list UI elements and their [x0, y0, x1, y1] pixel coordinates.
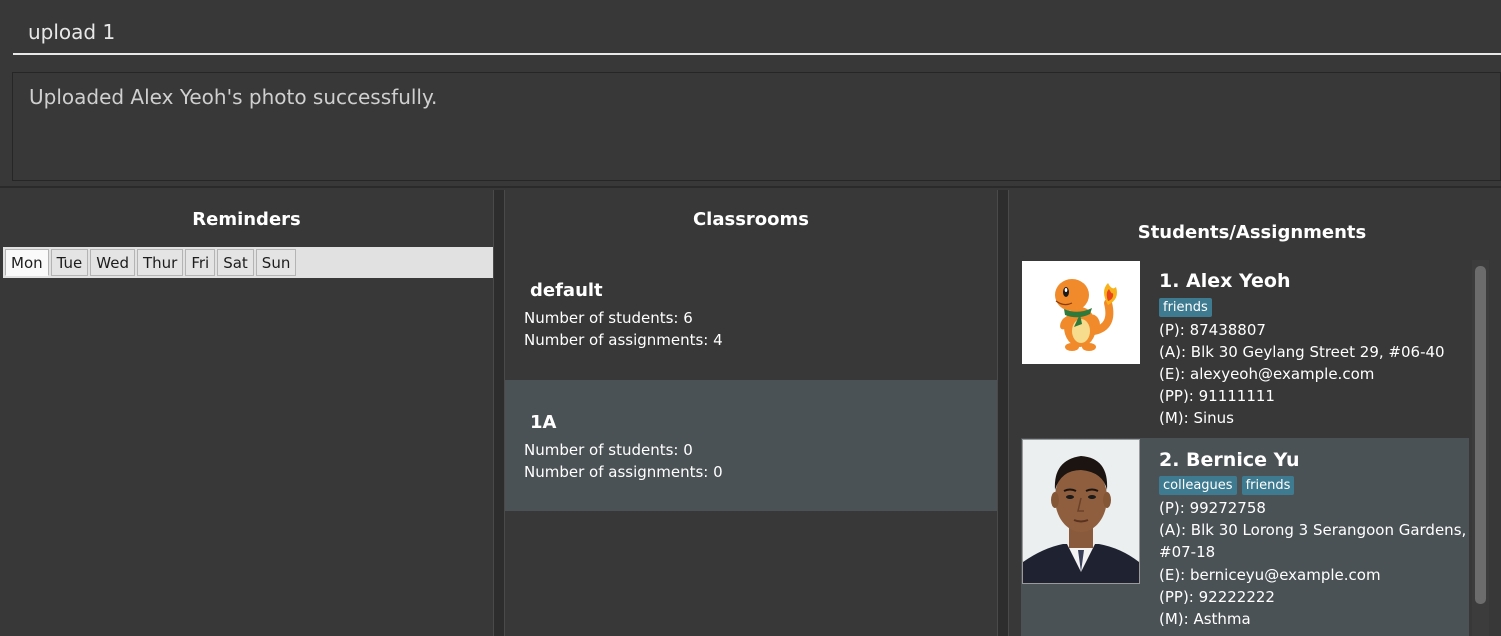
tab-thur[interactable]: Thur — [136, 249, 184, 276]
classrooms-title: Classrooms — [692, 209, 810, 230]
result-message: Uploaded Alex Yeoh's photo successfully. — [29, 85, 438, 109]
tag-badge: friends — [1241, 476, 1295, 495]
classroom-assignment-count: Number of assignments: 0 — [524, 463, 723, 481]
classroom-name: default — [530, 280, 603, 301]
classrooms-panel: Classrooms default Number of students: 6… — [505, 190, 997, 636]
students-panel: Students/Assignments 1. Alex Yeoh friend… — [1009, 190, 1501, 636]
classroom-student-count: Number of students: 0 — [524, 441, 693, 459]
student-photo — [1022, 261, 1140, 364]
student-email: (E): alexyeoh@example.com — [1159, 365, 1375, 383]
classroom-student-count: Number of students: 6 — [524, 309, 693, 327]
students-title: Students/Assignments — [1137, 222, 1367, 243]
panel-divider[interactable] — [997, 190, 1009, 636]
student-phone: (P): 99272758 — [1159, 499, 1266, 517]
portrait-photo-icon — [1023, 440, 1139, 583]
student-parent-phone: (PP): 92222222 — [1159, 588, 1275, 606]
student-email: (E): berniceyu@example.com — [1159, 566, 1381, 584]
classroom-card-default[interactable]: default Number of students: 6 Number of … — [505, 248, 997, 379]
classroom-name: 1A — [530, 412, 557, 433]
student-name: 1. Alex Yeoh — [1159, 270, 1291, 292]
student-tags: friends — [1159, 298, 1212, 317]
student-medical: (M): Sinus — [1159, 409, 1234, 427]
command-area — [0, 0, 1501, 64]
scrollbar-thumb[interactable] — [1475, 266, 1486, 604]
reminders-title: Reminders — [192, 209, 301, 230]
student-address: (A): Blk 30 Lorong 3 Serangoon Gardens, — [1159, 521, 1467, 539]
panel-divider[interactable] — [493, 190, 505, 636]
classroom-assignment-count: Number of assignments: 4 — [524, 331, 723, 349]
classroom-card-1a[interactable]: 1A Number of students: 0 Number of assig… — [505, 380, 997, 511]
result-display: Uploaded Alex Yeoh's photo successfully. — [12, 72, 1501, 181]
student-card-alex-yeoh[interactable]: 1. Alex Yeoh friends (P): 87438807 (A): … — [1021, 260, 1469, 438]
charmander-photo-icon — [1022, 261, 1140, 364]
divider — [0, 186, 1501, 188]
tag-badge: friends — [1159, 298, 1212, 317]
day-tab-bar: Mon Tue Wed Thur Fri Sat Sun — [3, 247, 493, 278]
tag-badge: colleagues — [1159, 476, 1237, 495]
reminders-panel: Reminders Mon Tue Wed Thur Fri Sat Sun — [0, 190, 493, 636]
student-name: 2. Bernice Yu — [1159, 449, 1300, 471]
student-photo — [1022, 439, 1140, 584]
student-tags: colleagues friends — [1159, 476, 1295, 495]
student-card-bernice-yu[interactable]: 2. Bernice Yu colleagues friends (P): 99… — [1021, 438, 1469, 636]
app-window: Uploaded Alex Yeoh's photo successfully.… — [0, 0, 1501, 636]
tab-fri[interactable]: Fri — [185, 249, 216, 276]
student-parent-phone: (PP): 91111111 — [1159, 387, 1275, 405]
student-medical: (M): Asthma — [1159, 610, 1251, 628]
tab-wed[interactable]: Wed — [90, 249, 135, 276]
tab-sun[interactable]: Sun — [255, 249, 297, 276]
student-address-cont: #07-18 — [1159, 543, 1216, 561]
tab-mon[interactable]: Mon — [5, 249, 49, 276]
student-address: (A): Blk 30 Geylang Street 29, #06-40 — [1159, 343, 1445, 361]
student-list-scrollbar[interactable] — [1472, 260, 1489, 636]
student-phone: (P): 87438807 — [1159, 321, 1266, 339]
command-input[interactable] — [13, 10, 1501, 55]
tab-sat[interactable]: Sat — [217, 249, 254, 276]
tab-tue[interactable]: Tue — [50, 249, 89, 276]
